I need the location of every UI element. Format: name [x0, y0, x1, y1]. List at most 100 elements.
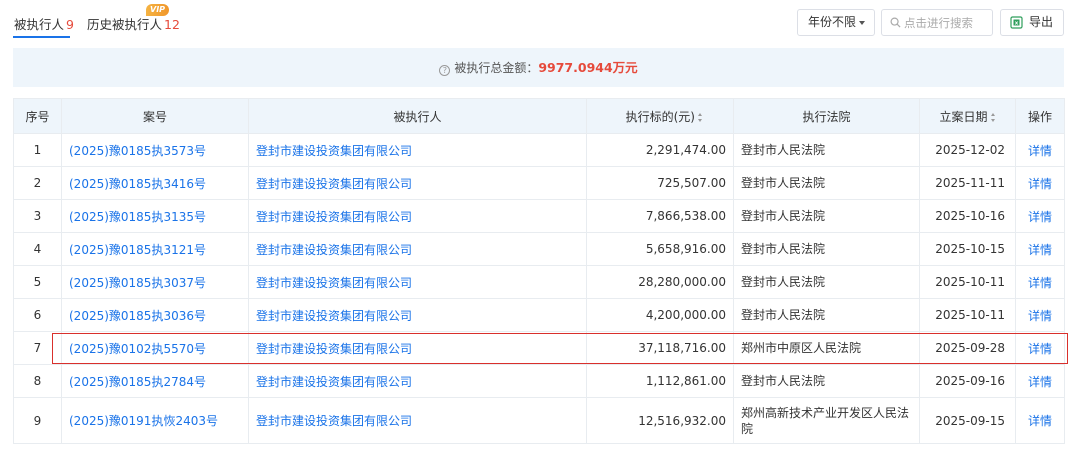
detail-link[interactable]: 详情: [1015, 265, 1065, 299]
year-filter-dropdown[interactable]: 年份不限: [797, 9, 875, 36]
filing-date: 2025-10-16: [919, 199, 1016, 233]
case-number-link[interactable]: (2025)豫0185执3121号: [61, 232, 249, 266]
execution-court: 登封市人民法院: [733, 133, 920, 167]
year-filter-label: 年份不限: [808, 15, 857, 29]
detail-link[interactable]: 详情: [1015, 166, 1065, 200]
header-amount-label: 执行标的(元): [625, 109, 695, 124]
filing-date: 2025-10-15: [919, 232, 1016, 266]
tab-executed-person-label: 被执行人: [14, 17, 65, 32]
excel-export-icon: x: [1010, 16, 1023, 29]
executed-party-link[interactable]: 登封市建设投资集团有限公司: [248, 364, 587, 398]
row-index: 6: [13, 298, 62, 332]
execution-amount: 1,112,861.00: [586, 364, 734, 398]
case-number-link[interactable]: (2025)豫0185执3036号: [61, 298, 249, 332]
execution-court-label: 郑州市中原区人民法院: [741, 341, 862, 355]
case-number-link[interactable]: (2025)豫0185执3135号: [61, 199, 249, 233]
table-header-row: 序号 案号 被执行人 执行标的(元) 执行法院 立案日期 操作: [13, 98, 1065, 134]
execution-amount: 7,866,538.00: [586, 199, 734, 233]
row-index: 7: [13, 331, 62, 365]
case-number-link[interactable]: (2025)豫0185执3416号: [61, 166, 249, 200]
executed-party-link[interactable]: 登封市建设投资集团有限公司: [248, 331, 587, 365]
total-amount-summary: ? 被执行总金额：9977.0944万元: [13, 48, 1064, 87]
executed-person-table: 序号 案号 被执行人 执行标的(元) 执行法院 立案日期 操作 1 (2025)豫…: [13, 98, 1065, 444]
row-index: 5: [13, 265, 62, 299]
case-number-link[interactable]: (2025)豫0185执2784号: [61, 364, 249, 398]
execution-amount: 37,118,716.00: [586, 331, 734, 365]
execution-court: 登封市人民法院: [733, 232, 920, 266]
vip-badge: VIP: [146, 4, 170, 16]
table-body: 1 (2025)豫0185执3573号 登封市建设投资集团有限公司 2,291,474…: [13, 133, 1065, 444]
execution-amount: 28,280,000.00: [586, 265, 734, 299]
table-row: 2 (2025)豫0185执3416号 登封市建设投资集团有限公司 725,507.0…: [13, 166, 1065, 200]
header-index: 序号: [13, 98, 62, 134]
export-label: 导出: [1029, 15, 1054, 29]
filing-date: 2025-11-11: [919, 166, 1016, 200]
executed-party-link[interactable]: 登封市建设投资集团有限公司: [248, 166, 587, 200]
execution-court-label: 登封市人民法院: [741, 374, 826, 388]
tab-executed-person-count: 9: [66, 17, 74, 32]
filing-date: 2025-12-02: [919, 133, 1016, 167]
executed-party-link[interactable]: 登封市建设投资集团有限公司: [248, 397, 587, 444]
row-index: 1: [13, 133, 62, 167]
row-index: 9: [13, 397, 62, 444]
detail-link[interactable]: 详情: [1015, 298, 1065, 332]
sort-icon[interactable]: [698, 112, 703, 122]
detail-link[interactable]: 详情: [1015, 133, 1065, 167]
execution-amount: 4,200,000.00: [586, 298, 734, 332]
search-input[interactable]: [904, 14, 990, 32]
header-date[interactable]: 立案日期: [919, 98, 1016, 134]
tab-executed-person[interactable]: 被执行人 9: [14, 14, 74, 33]
svg-text:x: x: [1015, 21, 1019, 27]
execution-court: 郑州高新技术产业开发区人民法院: [733, 397, 920, 444]
filing-date: 2025-09-15: [919, 397, 1016, 444]
execution-amount: 12,516,932.00: [586, 397, 734, 444]
table-row: 5 (2025)豫0185执3037号 登封市建设投资集团有限公司 28,280,00…: [13, 265, 1065, 299]
detail-link[interactable]: 详情: [1015, 331, 1065, 365]
sort-icon[interactable]: [990, 112, 996, 122]
case-number-link[interactable]: (2025)豫0191执恢2403号: [61, 397, 249, 444]
header-case-no: 案号: [61, 98, 249, 134]
detail-link[interactable]: 详情: [1015, 232, 1065, 266]
row-index: 2: [13, 166, 62, 200]
detail-link[interactable]: 详情: [1015, 199, 1065, 233]
executed-party-link[interactable]: 登封市建设投资集团有限公司: [248, 298, 587, 332]
executed-party-link[interactable]: 登封市建设投资集团有限公司: [248, 133, 587, 167]
question-icon[interactable]: ?: [439, 65, 451, 76]
summary-amount: 9977.0944万元: [538, 60, 638, 75]
execution-court-label: 登封市人民法院: [741, 176, 826, 190]
top-bar: 被执行人9 历史被执行人12 VIP 年份不限 x 导出: [0, 0, 1080, 44]
execution-court: 登封市人民法院: [733, 364, 920, 398]
row-index: 3: [13, 199, 62, 233]
execution-amount: 2,291,474.00: [586, 133, 734, 167]
case-number-link[interactable]: (2025)豫0185执3037号: [61, 265, 249, 299]
header-op: 操作: [1015, 98, 1065, 134]
detail-link[interactable]: 详情: [1015, 364, 1065, 398]
execution-court: 登封市人民法院: [733, 298, 920, 332]
tab-history-executed-person[interactable]: 历史被执行人 12: [87, 14, 180, 33]
search-icon: [890, 17, 901, 28]
tab-history-count: 12: [164, 17, 180, 32]
table-row: 1 (2025)豫0185执3573号 登封市建设投资集团有限公司 2,291,474…: [13, 133, 1065, 167]
case-number-link[interactable]: (2025)豫0185执3573号: [61, 133, 249, 167]
table-row: 3 (2025)豫0185执3135号 登封市建设投资集团有限公司 7,866,538…: [13, 199, 1065, 233]
filing-date: 2025-10-11: [919, 298, 1016, 332]
case-number-link[interactable]: (2025)豫0102执5570号: [61, 331, 249, 365]
execution-court: 郑州市中原区人民法院: [733, 331, 920, 365]
executed-party-link[interactable]: 登封市建设投资集团有限公司: [248, 265, 587, 299]
execution-court: 登封市人民法院: [733, 166, 920, 200]
executed-party-link[interactable]: 登封市建设投资集团有限公司: [248, 232, 587, 266]
table-row: 6 (2025)豫0185执3036号 登封市建设投资集团有限公司 4,200,000…: [13, 298, 1065, 332]
detail-link[interactable]: 详情: [1015, 397, 1065, 444]
execution-court-label: 登封市人民法院: [741, 143, 826, 157]
executed-party-link[interactable]: 登封市建设投资集团有限公司: [248, 199, 587, 233]
search-box[interactable]: [881, 9, 993, 36]
header-party: 被执行人: [248, 98, 587, 134]
execution-amount: 725,507.00: [586, 166, 734, 200]
header-court: 执行法院: [733, 98, 920, 134]
row-index: 8: [13, 364, 62, 398]
execution-court-label: 登封市人民法院: [741, 308, 826, 322]
header-date-label: 立案日期: [939, 109, 988, 124]
export-button[interactable]: x 导出: [1000, 9, 1064, 36]
filing-date: 2025-09-28: [919, 331, 1016, 365]
header-amount[interactable]: 执行标的(元): [586, 98, 734, 134]
